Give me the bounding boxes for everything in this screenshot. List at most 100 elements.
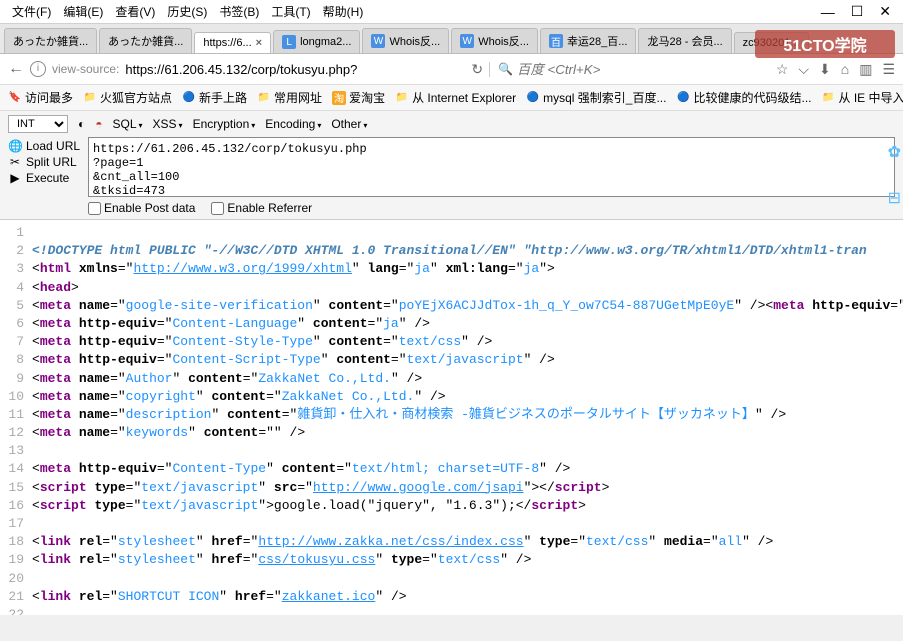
- tab-label: あったか雑貨...: [13, 33, 88, 49]
- window-max-button[interactable]: ☐: [851, 3, 864, 20]
- hackbar-row-label: Split URL: [26, 155, 77, 169]
- browser-tab[interactable]: 龙马28 - 会员...: [638, 28, 731, 53]
- menu-item[interactable]: 文件(F): [12, 3, 51, 20]
- hackbar-mode-select[interactable]: INT: [8, 115, 68, 133]
- back-button[interactable]: ←: [8, 60, 24, 78]
- enable-post-checkbox[interactable]: Enable Post data: [88, 201, 195, 215]
- bookmark-item[interactable]: 淘爱淘宝: [332, 89, 385, 106]
- reload-button[interactable]: ↻: [471, 61, 483, 78]
- line-number: 20: [0, 570, 32, 588]
- menu-item[interactable]: 查看(V): [115, 3, 155, 20]
- browser-tab[interactable]: あったか雑貨...: [4, 28, 97, 53]
- line-number: 5: [0, 297, 32, 315]
- bookmark-label: 常用网址: [274, 89, 322, 106]
- hamburger-menu-icon[interactable]: ☰: [882, 61, 895, 78]
- source-line[interactable]: <meta name="Author" content="ZakkaNet Co…: [32, 370, 903, 388]
- hackbar-menu-encryption[interactable]: Encryption: [193, 117, 256, 131]
- browser-tab[interactable]: zc930201...: [734, 32, 809, 53]
- browser-tab[interactable]: WWhois反...: [362, 28, 449, 53]
- hackbar-url-textarea[interactable]: [88, 137, 895, 197]
- sidebar-icon[interactable]: ▥: [859, 61, 872, 78]
- line-number: 14: [0, 460, 32, 478]
- window-min-button[interactable]: —: [821, 4, 835, 20]
- bookmark-item[interactable]: 📁从 IE 中导入: [822, 89, 903, 106]
- bookmark-label: 从 Internet Explorer: [412, 89, 516, 106]
- menu-item[interactable]: 书签(B): [219, 3, 259, 20]
- enable-referrer-checkbox[interactable]: Enable Referrer: [211, 201, 312, 215]
- menu-item[interactable]: 工具(T): [271, 3, 310, 20]
- hackbar-split-url[interactable]: ✂ Split URL: [8, 155, 80, 169]
- browser-tab[interactable]: WWhois反...: [451, 28, 538, 53]
- source-line[interactable]: <head>: [32, 279, 903, 297]
- bookmark-item[interactable]: 🔵mysql 强制索引_百度...: [526, 89, 666, 106]
- source-line[interactable]: [32, 224, 903, 242]
- search-input[interactable]: [517, 62, 770, 77]
- browser-tab[interactable]: https://6...×: [194, 32, 271, 53]
- source-line[interactable]: <meta name="copyright" content="ZakkaNet…: [32, 388, 903, 406]
- source-line[interactable]: <script type="text/javascript" src="http…: [32, 479, 903, 497]
- source-line[interactable]: <meta name="keywords" content="" />: [32, 424, 903, 442]
- devtools-toggle-icon[interactable]: ⊟: [888, 188, 901, 208]
- hackbar-row-label: Execute: [26, 171, 69, 185]
- hackbar-load-url[interactable]: 🌐Load URL: [8, 139, 80, 153]
- source-line[interactable]: [32, 606, 903, 615]
- source-line[interactable]: <meta name="description" content="雑貨卸・仕入…: [32, 406, 903, 424]
- hackbar-execute[interactable]: ▶Execute: [8, 171, 80, 185]
- bookmark-label: 爱淘宝: [349, 89, 385, 106]
- bookmark-item[interactable]: 🔵比较健康的代码级结...: [676, 89, 811, 106]
- hackbar-menu-encoding[interactable]: Encoding: [265, 117, 321, 131]
- devtools-gear-icon[interactable]: ✿: [888, 142, 901, 162]
- downloads-icon[interactable]: ⬇: [819, 61, 831, 78]
- bookmark-label: 新手上路: [199, 89, 247, 106]
- pocket-icon[interactable]: ⌵: [798, 61, 809, 78]
- source-line[interactable]: <link rel="stylesheet" href="css/tokusyu…: [32, 551, 903, 569]
- bookmark-item[interactable]: 📁从 Internet Explorer: [395, 89, 516, 106]
- hackbar-menu-xss[interactable]: XSS: [153, 117, 183, 131]
- bookmark-item[interactable]: 🔖访问最多: [8, 89, 73, 106]
- line-number: 7: [0, 333, 32, 351]
- source-line[interactable]: <meta http-equiv="Content-Style-Type" co…: [32, 333, 903, 351]
- source-line[interactable]: <meta name="google-site-verification" co…: [32, 297, 903, 315]
- bookmark-item[interactable]: 📁火狐官方站点: [83, 89, 172, 106]
- bookmark-star-icon[interactable]: ☆: [776, 61, 789, 78]
- source-line[interactable]: [32, 442, 903, 460]
- bookmark-icon: 📁: [822, 91, 836, 105]
- bookmark-item[interactable]: 📁常用网址: [257, 89, 322, 106]
- source-line[interactable]: <!DOCTYPE html PUBLIC "-//W3C//DTD XHTML…: [32, 242, 903, 260]
- home-icon[interactable]: ⌂: [841, 61, 849, 77]
- menu-item[interactable]: 帮助(H): [323, 3, 364, 20]
- line-number: 1: [0, 224, 32, 242]
- source-line[interactable]: [32, 515, 903, 533]
- source-line[interactable]: <link rel="stylesheet" href="http://www.…: [32, 533, 903, 551]
- line-number: 18: [0, 533, 32, 551]
- line-number: 16: [0, 497, 32, 515]
- menu-item[interactable]: 编辑(E): [63, 3, 103, 20]
- line-number: 19: [0, 551, 32, 569]
- hackbar-row-icon: ✂: [8, 155, 22, 169]
- source-line[interactable]: <meta http-equiv="Content-Type" content=…: [32, 460, 903, 478]
- source-line[interactable]: [32, 570, 903, 588]
- source-line[interactable]: <html xmlns="http://www.w3.org/1999/xhtm…: [32, 260, 903, 278]
- browser-tab[interactable]: あったか雑貨...: [99, 28, 192, 53]
- line-number: 15: [0, 479, 32, 497]
- source-line[interactable]: <script type="text/javascript">google.lo…: [32, 497, 903, 515]
- hackbar-toggle-icon[interactable]: ◐: [78, 117, 85, 131]
- hackbar-db-icon[interactable]: ◓: [95, 117, 102, 131]
- source-line[interactable]: <link rel="SHORTCUT ICON" href="zakkanet…: [32, 588, 903, 606]
- site-info-icon[interactable]: i: [30, 61, 46, 77]
- tab-label: 龙马28 - 会员...: [647, 33, 722, 49]
- source-view[interactable]: 12<!DOCTYPE html PUBLIC "-//W3C//DTD XHT…: [0, 220, 903, 615]
- line-number: 3: [0, 260, 32, 278]
- tab-close-icon[interactable]: ×: [256, 37, 262, 49]
- source-line[interactable]: <meta http-equiv="Content-Script-Type" c…: [32, 351, 903, 369]
- source-line[interactable]: <meta http-equiv="Content-Language" cont…: [32, 315, 903, 333]
- bookmark-label: 访问最多: [25, 89, 73, 106]
- menu-item[interactable]: 历史(S): [167, 3, 207, 20]
- window-close-button[interactable]: ✕: [879, 3, 891, 20]
- browser-tab[interactable]: 百幸运28_百...: [540, 28, 637, 53]
- browser-tab[interactable]: Llongma2...: [273, 30, 360, 53]
- hackbar-menu-other[interactable]: Other: [331, 117, 367, 131]
- bookmark-item[interactable]: 🔵新手上路: [182, 89, 247, 106]
- hackbar-menu-sql[interactable]: SQL: [113, 117, 143, 131]
- url-input[interactable]: [125, 62, 465, 77]
